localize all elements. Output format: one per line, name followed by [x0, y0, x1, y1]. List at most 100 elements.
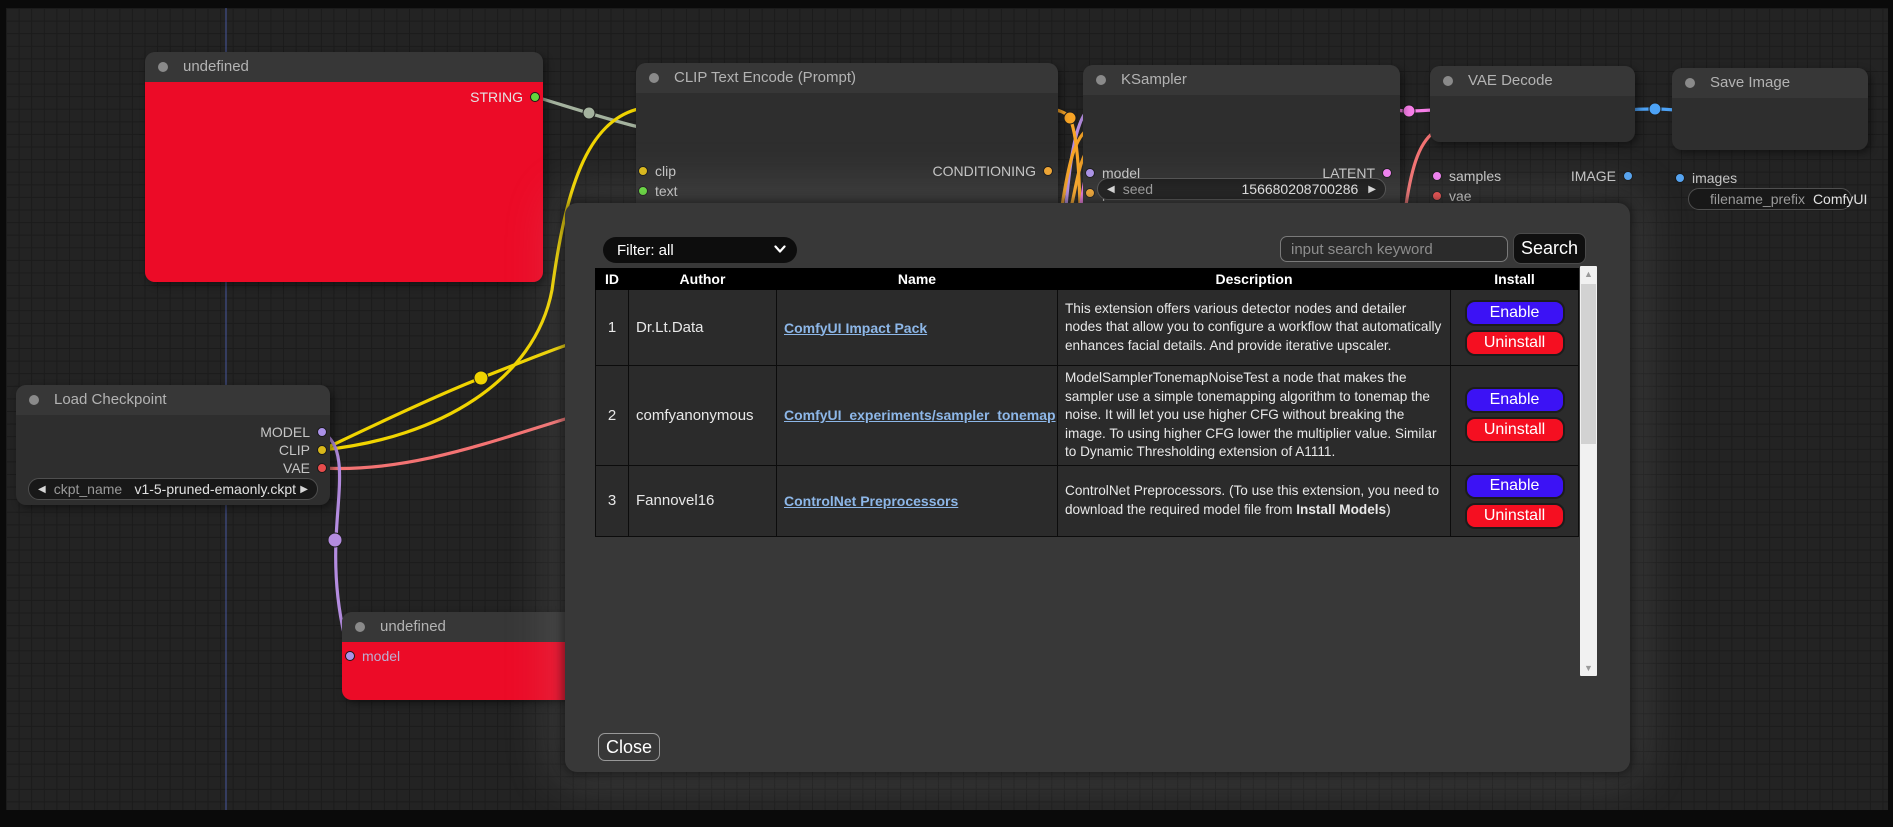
node-title: VAE Decode: [1468, 72, 1553, 89]
seed-value: 156680208700286: [1161, 181, 1358, 197]
seed-increment-icon[interactable]: ▶: [1368, 184, 1376, 195]
comfyui-window: undefined STRING CLIP Text Encode (Promp…: [0, 0, 1893, 827]
model-port-dot[interactable]: [1085, 168, 1095, 178]
cell-id: 2: [596, 366, 629, 466]
header-name: Name: [777, 269, 1058, 290]
extension-table-zone: ID Author Name Description Install 1 Dr.…: [595, 268, 1598, 680]
uninstall-button[interactable]: Uninstall: [1465, 417, 1565, 443]
search-input[interactable]: [1280, 236, 1508, 262]
uninstall-button[interactable]: Uninstall: [1465, 330, 1565, 356]
seed-widget[interactable]: ◀ seed 156680208700286 ▶: [1097, 178, 1386, 200]
node-title: CLIP Text Encode (Prompt): [674, 69, 856, 86]
extension-link[interactable]: ControlNet Preprocessors: [784, 493, 958, 509]
node-collapse-dot[interactable]: [1443, 76, 1453, 86]
cell-name: ComfyUI_experiments/sampler_tonemap: [777, 366, 1058, 466]
node-collapse-dot[interactable]: [158, 62, 168, 72]
enable-button[interactable]: Enable: [1465, 473, 1565, 499]
cell-install: Enable Uninstall: [1451, 366, 1579, 466]
node-title: KSampler: [1121, 71, 1187, 88]
model-port-dot[interactable]: [345, 651, 355, 661]
cell-author: comfyanonymous: [629, 366, 777, 466]
cell-name: ControlNet Preprocessors: [777, 465, 1058, 536]
ckpt-name-widget[interactable]: ◀ ckpt_name v1-5-pruned-emaonly.ckpt ▶: [28, 478, 318, 500]
clip-port-dot[interactable]: [638, 166, 648, 176]
uninstall-button[interactable]: Uninstall: [1465, 503, 1565, 529]
output-string[interactable]: STRING: [470, 89, 540, 105]
node-load-checkpoint[interactable]: Load Checkpoint MODEL CLIP VAE ◀ ckpt_na…: [16, 385, 330, 505]
cell-description: ControlNet Preprocessors. (To use this e…: [1058, 465, 1451, 536]
enable-button[interactable]: Enable: [1465, 387, 1565, 413]
table-header-row: ID Author Name Description Install: [596, 269, 1579, 290]
output-conditioning[interactable]: CONDITIONING: [933, 163, 1053, 179]
seed-decrement-icon[interactable]: ◀: [1107, 184, 1115, 195]
output-image[interactable]: IMAGE: [1571, 168, 1633, 184]
vae-port-dot[interactable]: [317, 463, 327, 473]
cell-id: 1: [596, 290, 629, 366]
window-frame-top: [0, 0, 1893, 8]
cell-description: ModelSamplerTonemapNoiseTest a node that…: [1058, 366, 1451, 466]
image-port-dot[interactable]: [1623, 171, 1633, 181]
table-scrollbar[interactable]: ▲ ▼: [1580, 266, 1597, 676]
scroll-up-icon[interactable]: ▲: [1580, 266, 1597, 282]
filter-select[interactable]: Filter: all: [603, 237, 797, 263]
node-collapse-dot[interactable]: [649, 73, 659, 83]
ckpt-decrement-icon[interactable]: ◀: [38, 484, 46, 495]
node-title: Load Checkpoint: [54, 391, 167, 408]
positive-port-dot[interactable]: [1085, 188, 1095, 198]
ckpt-increment-icon[interactable]: ▶: [300, 484, 308, 495]
text-port-dot[interactable]: [638, 186, 648, 196]
node-collapse-dot[interactable]: [1685, 78, 1695, 88]
search-button[interactable]: Search: [1513, 233, 1586, 264]
input-vae[interactable]: vae: [1432, 188, 1472, 204]
output-model[interactable]: MODEL: [260, 424, 327, 440]
output-vae[interactable]: VAE: [283, 460, 327, 476]
vae-port-dot[interactable]: [1432, 191, 1442, 201]
extension-link[interactable]: ComfyUI_experiments/sampler_tonemap: [784, 407, 1056, 423]
node-title: undefined: [380, 618, 446, 635]
header-install: Install: [1451, 269, 1579, 290]
cell-install: Enable Uninstall: [1451, 290, 1579, 366]
filename-prefix-widget[interactable]: filename_prefix ComfyUI: [1688, 188, 1852, 210]
node-undefined-bottom[interactable]: undefined model: [342, 612, 582, 700]
input-clip[interactable]: clip: [638, 163, 676, 179]
images-port-dot[interactable]: [1675, 173, 1685, 183]
filename-prefix-value: ComfyUI: [1813, 191, 1867, 207]
node-collapse-dot[interactable]: [29, 395, 39, 405]
node-vae-decode[interactable]: VAE Decode samples vae IMAGE: [1430, 66, 1635, 142]
header-id: ID: [596, 269, 629, 290]
scrollbar-thumb[interactable]: [1581, 284, 1596, 444]
latent-port-dot[interactable]: [1382, 168, 1392, 178]
table-row: 2 comfyanonymous ComfyUI_experiments/sam…: [596, 366, 1579, 466]
input-samples[interactable]: samples: [1432, 168, 1501, 184]
seed-label: seed: [1123, 181, 1153, 197]
cell-install: Enable Uninstall: [1451, 465, 1579, 536]
samples-port-dot[interactable]: [1432, 171, 1442, 181]
extension-link[interactable]: ComfyUI Impact Pack: [784, 320, 927, 336]
output-clip[interactable]: CLIP: [279, 442, 327, 458]
cell-author: Fannovel16: [629, 465, 777, 536]
extension-manager-dialog: Filter: all Search ID Author Name Descri…: [565, 203, 1630, 772]
node-save-image[interactable]: Save Image images filename_prefix ComfyU…: [1672, 68, 1868, 150]
table-row: 1 Dr.Lt.Data ComfyUI Impact Pack This ex…: [596, 290, 1579, 366]
node-title: Save Image: [1710, 74, 1790, 91]
clip-port-dot[interactable]: [317, 445, 327, 455]
scroll-down-icon[interactable]: ▼: [1580, 660, 1597, 676]
node-ksampler[interactable]: KSampler model positive negative latent_…: [1083, 65, 1400, 203]
enable-button[interactable]: Enable: [1465, 300, 1565, 326]
string-port-dot[interactable]: [530, 92, 540, 102]
input-model[interactable]: model: [345, 648, 400, 664]
cell-author: Dr.Lt.Data: [629, 290, 777, 366]
filename-prefix-label: filename_prefix: [1710, 191, 1805, 207]
node-collapse-dot[interactable]: [1096, 75, 1106, 85]
node-clip-text-encode[interactable]: CLIP Text Encode (Prompt) clip text COND…: [636, 63, 1058, 203]
model-port-dot[interactable]: [317, 427, 327, 437]
input-text[interactable]: text: [638, 183, 678, 199]
cell-description: This extension offers various detector n…: [1058, 290, 1451, 366]
conditioning-port-dot[interactable]: [1043, 166, 1053, 176]
close-button[interactable]: Close: [598, 733, 660, 761]
node-collapse-dot[interactable]: [355, 622, 365, 632]
ckpt-name-value: v1-5-pruned-emaonly.ckpt: [130, 481, 300, 497]
node-undefined-top[interactable]: undefined STRING: [145, 52, 543, 282]
input-images[interactable]: images: [1675, 170, 1737, 186]
header-description: Description: [1058, 269, 1451, 290]
